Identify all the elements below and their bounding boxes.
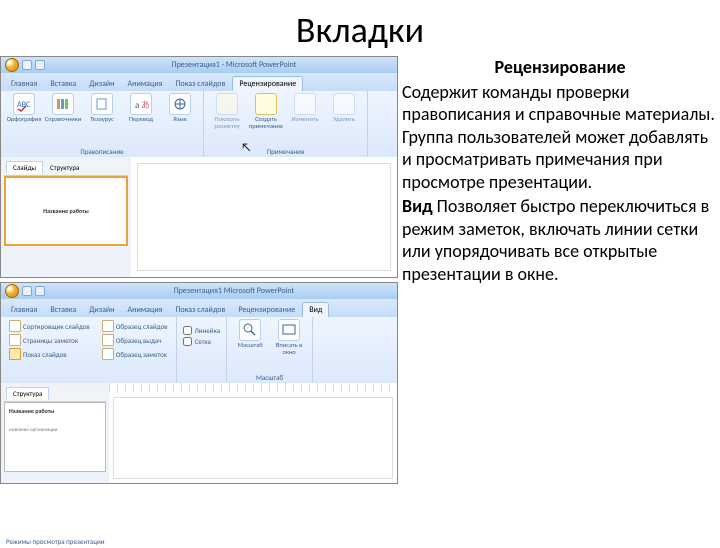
save-icon[interactable] bbox=[22, 60, 32, 70]
slide-canvas[interactable] bbox=[137, 163, 391, 271]
svg-text:あ: あ bbox=[141, 100, 149, 111]
slide-thumbnail[interactable]: Название работы bbox=[4, 176, 128, 246]
spelling-button[interactable]: ABC Орфография bbox=[7, 93, 41, 123]
spelling-icon: ABC bbox=[13, 93, 35, 115]
thesaurus-icon bbox=[91, 93, 113, 115]
sorter-icon bbox=[9, 320, 21, 332]
review-heading: Рецензирование bbox=[402, 56, 718, 79]
zoom-button[interactable]: Масштаб bbox=[233, 319, 267, 349]
pane-tab-outline[interactable]: Структура bbox=[6, 387, 49, 400]
tab-view[interactable]: Вид bbox=[302, 302, 329, 317]
notes-master-button[interactable]: Образец заметок bbox=[100, 347, 170, 361]
group-zoom-label: Масштаб bbox=[233, 373, 306, 383]
tab-slideshow[interactable]: Показ слайдов bbox=[169, 77, 231, 91]
ribbon-tabs: Главная Вставка Дизайн Анимация Показ сл… bbox=[1, 299, 397, 317]
tab-slideshow[interactable]: Показ слайдов bbox=[169, 303, 231, 317]
thumb-title: Название работы bbox=[43, 207, 88, 215]
tab-design[interactable]: Дизайн bbox=[83, 303, 120, 317]
notes-page-button[interactable]: Страницы заметок bbox=[7, 333, 92, 347]
tab-insert[interactable]: Вставка bbox=[44, 77, 82, 91]
language-icon bbox=[169, 93, 191, 115]
office-orb-icon[interactable] bbox=[5, 284, 19, 298]
delete-comment-button[interactable]: Удалить bbox=[327, 93, 361, 123]
tab-review[interactable]: Рецензирование bbox=[232, 303, 301, 317]
document-title: Презентация1 Microsoft PowerPoint bbox=[71, 286, 397, 296]
slideshow-button[interactable]: Показ слайдов bbox=[7, 347, 92, 361]
review-body: Содержит команды проверки правописания и… bbox=[402, 81, 718, 194]
new-comment-icon bbox=[255, 93, 277, 115]
view-body: Позволяет быстро переключиться в режим з… bbox=[402, 195, 709, 285]
group-proofing-label: Правописание bbox=[7, 147, 197, 157]
screenshot-view: Презентация1 Microsoft PowerPoint Главна… bbox=[0, 282, 398, 484]
delete-icon bbox=[333, 93, 355, 115]
show-markup-button[interactable]: Показать разметку bbox=[210, 93, 244, 129]
svg-text:a: a bbox=[135, 100, 139, 111]
language-button[interactable]: Язык bbox=[163, 93, 197, 123]
zoom-icon bbox=[239, 319, 261, 341]
ruler bbox=[109, 383, 397, 393]
titlebar: Презентация1 Microsoft PowerPoint bbox=[1, 283, 397, 299]
translate-button[interactable]: aあ Перевод bbox=[124, 93, 158, 123]
pane-tab-outline[interactable]: Структура bbox=[44, 162, 85, 173]
titlebar: Презентация1 - Microsoft PowerPoint bbox=[1, 57, 397, 73]
tab-insert[interactable]: Вставка bbox=[44, 303, 82, 317]
edit-icon bbox=[294, 93, 316, 115]
tab-home[interactable]: Главная bbox=[5, 303, 43, 317]
fit-icon bbox=[278, 319, 300, 341]
group-views-label: Режимы просмотра презентации bbox=[6, 537, 105, 547]
notes-icon bbox=[9, 334, 21, 346]
master-icon bbox=[102, 320, 114, 332]
tab-home[interactable]: Главная bbox=[5, 77, 43, 91]
group-comments-label: Примечания bbox=[210, 147, 361, 157]
tab-animation[interactable]: Анимация bbox=[122, 77, 169, 91]
document-title: Презентация1 - Microsoft PowerPoint bbox=[71, 60, 397, 70]
thumb-subtitle: название организации bbox=[9, 427, 101, 433]
slide-thumbnail[interactable]: Название работы название организации bbox=[4, 402, 106, 472]
undo-icon[interactable] bbox=[35, 286, 45, 296]
slide-canvas[interactable] bbox=[113, 397, 393, 479]
markup-icon bbox=[216, 93, 238, 115]
screenshot-review: Презентация1 - Microsoft PowerPoint Глав… bbox=[0, 56, 398, 278]
research-button[interactable]: Справочники bbox=[46, 93, 80, 123]
pane-tab-slides[interactable]: Слайды bbox=[6, 161, 43, 174]
notesm-icon bbox=[102, 348, 114, 360]
edit-comment-button[interactable]: Изменить bbox=[288, 93, 322, 123]
slide-sorter-button[interactable]: Сортировщик слайдов bbox=[7, 319, 92, 333]
fit-window-button[interactable]: Вписать в окно bbox=[272, 319, 306, 355]
handout-master-button[interactable]: Образец выдач bbox=[100, 333, 170, 347]
play-icon bbox=[9, 348, 21, 360]
tab-animation[interactable]: Анимация bbox=[122, 303, 169, 317]
new-comment-button[interactable]: Создать примечание bbox=[249, 93, 283, 129]
tab-review[interactable]: Рецензирование bbox=[232, 76, 303, 91]
description-text: Рецензирование Содержит команды проверки… bbox=[400, 56, 718, 488]
translate-icon: aあ bbox=[130, 93, 152, 115]
books-icon bbox=[52, 93, 74, 115]
ruler-checkbox[interactable]: Линейка bbox=[183, 325, 221, 336]
undo-icon[interactable] bbox=[35, 60, 45, 70]
save-icon[interactable] bbox=[22, 286, 32, 296]
tab-design[interactable]: Дизайн bbox=[83, 77, 120, 91]
slide-master-button[interactable]: Образец слайдов bbox=[100, 319, 170, 333]
office-orb-icon[interactable] bbox=[5, 58, 19, 72]
page-title: Вкладки bbox=[0, 8, 720, 52]
grid-checkbox[interactable]: Сетка bbox=[183, 336, 221, 347]
thumb-title: Название работы bbox=[9, 407, 101, 415]
handout-icon bbox=[102, 334, 114, 346]
thesaurus-button[interactable]: Тезаурус bbox=[85, 93, 119, 123]
ribbon-tabs: Главная Вставка Дизайн Анимация Показ сл… bbox=[1, 73, 397, 91]
view-heading: Вид bbox=[402, 195, 433, 217]
